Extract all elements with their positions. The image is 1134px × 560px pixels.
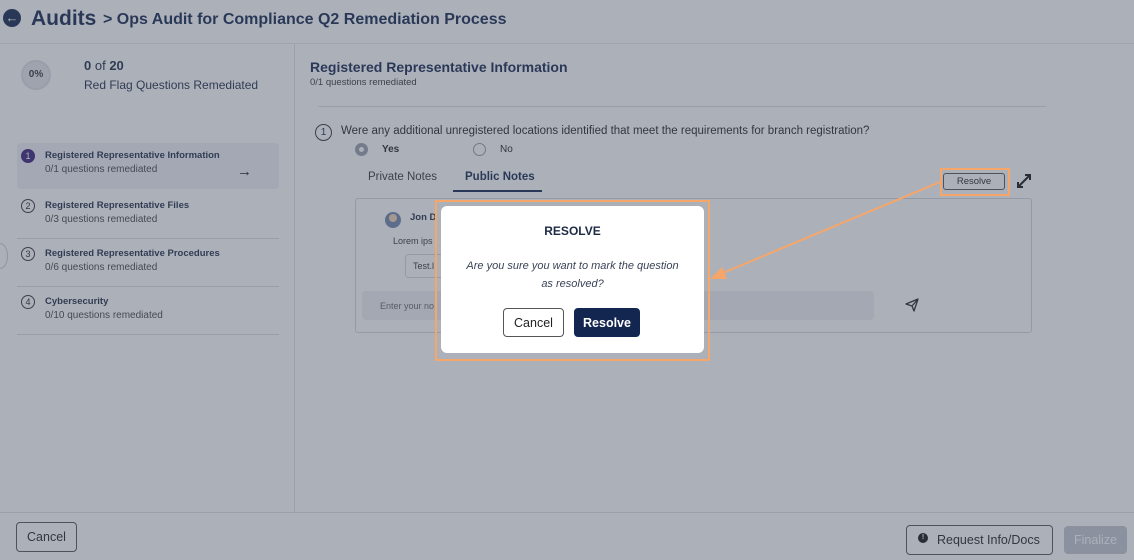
dialog-cancel-button[interactable]: Cancel bbox=[503, 308, 564, 337]
resolve-button-highlight bbox=[940, 168, 1010, 196]
resolve-dialog: RESOLVE Are you sure you want to mark th… bbox=[441, 206, 704, 353]
dialog-resolve-button[interactable]: Resolve bbox=[574, 308, 640, 337]
dialog-message: Are you sure you want to mark the questi… bbox=[466, 260, 679, 290]
dialog-title: RESOLVE bbox=[544, 224, 601, 238]
